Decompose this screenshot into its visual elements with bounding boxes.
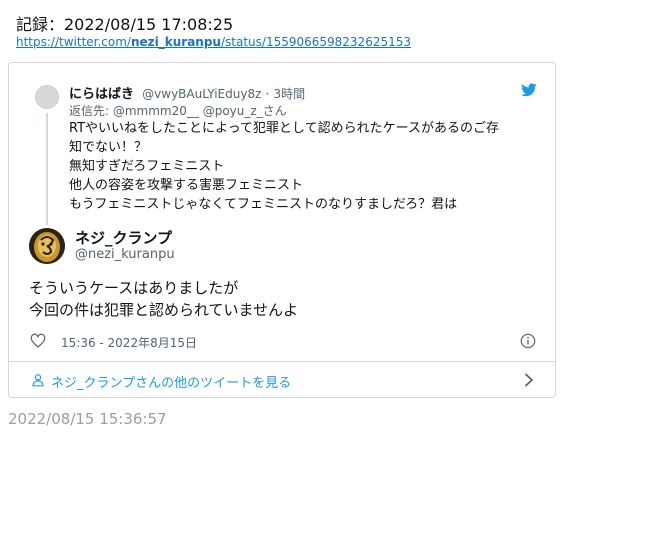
reply-line: 知でない！？ (69, 140, 148, 155)
url-prefix: https://twitter.com/ (16, 35, 131, 49)
chevron-right-icon (525, 373, 533, 387)
reply-separator: · (265, 87, 270, 101)
thread-line (46, 113, 48, 225)
reply-author-name[interactable]: にらはばき (69, 87, 134, 102)
reply-body: RTやいいねをしたことによって犯罪として認められたケースがあるのご存 知でない！… (69, 119, 544, 214)
more-tweets-label: ネジ_クランプさんの他のツイートを見る (51, 376, 292, 391)
reply-time[interactable]: 3時間 (274, 87, 306, 101)
heart-icon[interactable] (30, 333, 46, 349)
main-line: そういうケースはありましたが (29, 279, 239, 297)
info-icon[interactable] (520, 333, 536, 349)
person-icon (32, 374, 44, 387)
reply-header: にらはばき @vwyBAuLYiEduy8z · 3時間 (69, 83, 305, 102)
reply-avatar[interactable] (35, 85, 59, 109)
tweet-card: にらはばき @vwyBAuLYiEduy8z · 3時間 返信先: @mmmm2… (8, 62, 556, 398)
main-avatar[interactable] (29, 228, 65, 264)
main-line: 今回の件は犯罪と認められていませんよ (29, 301, 299, 319)
reply-line: RTやいいねをしたことによって犯罪として認められたケースがあるのご存 (69, 121, 499, 136)
main-body: そういうケースはありましたが 今回の件は犯罪と認められていませんよ (29, 277, 298, 321)
archive-time: 2022/08/15 15:36:57 (8, 410, 167, 428)
avatar-image (29, 228, 65, 264)
record-timestamp: 記録：2022/08/15 17:08:25 (16, 15, 234, 34)
reply-line: 他人の容姿を攻撃する害悪フェミニスト (69, 178, 304, 193)
main-author-handle[interactable]: @nezi_kuranpu (75, 247, 175, 262)
main-author-name[interactable]: ネジ_クランプ (75, 227, 172, 248)
twitter-bird-icon[interactable] (521, 83, 537, 97)
more-tweets-link[interactable]: ネジ_クランプさんの他のツイートを見る (9, 362, 555, 398)
reply-line: もうフェミニストじゃなくてフェミニストのなりすましだろ？君は (69, 197, 458, 212)
url-suffix: /status/1559066598232625153 (220, 35, 412, 49)
tweet-url-link[interactable]: https://twitter.com/nezi_kuranpu/status/… (16, 35, 411, 49)
url-user: nezi_kuranpu (130, 35, 221, 49)
reply-to-line: 返信先: @mmmm20__ @poyu_z_さん (69, 104, 287, 118)
reply-line: 無知すぎだろフェミニスト (69, 159, 225, 174)
reply-author-handle[interactable]: @vwyBAuLYiEduy8z (142, 87, 261, 101)
tweet-timestamp[interactable]: 15:36 - 2022年8月15日 (61, 334, 197, 351)
